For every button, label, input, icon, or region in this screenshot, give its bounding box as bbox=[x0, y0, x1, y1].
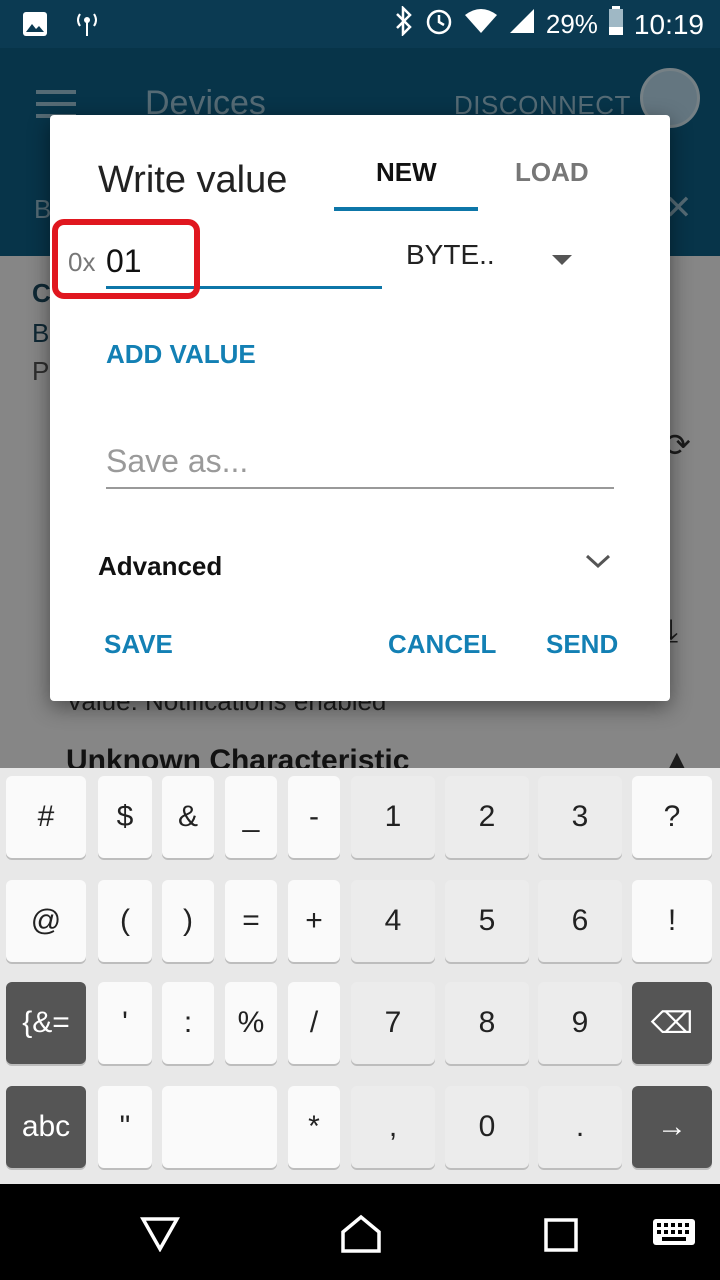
cancel-button[interactable]: CANCEL bbox=[388, 629, 496, 660]
key-symbols-toggle[interactable]: {&= bbox=[6, 982, 86, 1064]
key-percent[interactable]: % bbox=[225, 982, 277, 1064]
key-asterisk[interactable]: * bbox=[288, 1086, 340, 1168]
home-icon[interactable] bbox=[340, 1214, 382, 1254]
key-plus[interactable]: + bbox=[288, 880, 340, 962]
key-7[interactable]: 7 bbox=[351, 982, 435, 1064]
key-abc[interactable]: abc bbox=[6, 1086, 86, 1168]
key-period[interactable]: . bbox=[538, 1086, 622, 1168]
wifi-icon bbox=[464, 7, 498, 42]
send-button[interactable]: SEND bbox=[546, 629, 618, 660]
image-icon bbox=[23, 12, 47, 36]
alarm-icon bbox=[424, 6, 454, 43]
key-minus[interactable]: - bbox=[288, 776, 340, 858]
key-2[interactable]: 2 bbox=[445, 776, 529, 858]
key-5[interactable]: 5 bbox=[445, 880, 529, 962]
write-value-dialog: Write value NEW LOAD 0x BYTE.. ADD VALUE… bbox=[50, 115, 670, 701]
key-paren-close[interactable]: ) bbox=[162, 880, 214, 962]
key-equals[interactable]: = bbox=[225, 880, 277, 962]
keyboard-icon[interactable] bbox=[652, 1218, 696, 1246]
battery-percent: 29% bbox=[545, 9, 598, 39]
key-exclamation[interactable]: ! bbox=[632, 880, 712, 962]
dialog-title: Write value bbox=[98, 159, 288, 201]
key-paren-open[interactable]: ( bbox=[98, 880, 152, 962]
back-icon[interactable] bbox=[140, 1216, 180, 1252]
dropdown-arrow-icon bbox=[552, 255, 572, 265]
key-space[interactable] bbox=[162, 1086, 277, 1168]
recents-icon[interactable] bbox=[544, 1218, 578, 1252]
key-4[interactable]: 4 bbox=[351, 880, 435, 962]
key-6[interactable]: 6 bbox=[538, 880, 622, 962]
highlight-annotation bbox=[52, 219, 200, 299]
active-tab-indicator bbox=[334, 207, 478, 211]
key-ampersand[interactable]: & bbox=[162, 776, 214, 858]
status-bar: 29% 10:19 bbox=[0, 0, 720, 48]
key-quote[interactable]: " bbox=[98, 1086, 152, 1168]
key-dollar[interactable]: $ bbox=[98, 776, 152, 858]
key-slash[interactable]: / bbox=[288, 982, 340, 1064]
clock: 10:19 bbox=[633, 8, 704, 40]
tab-load[interactable]: LOAD bbox=[515, 157, 589, 188]
save-button[interactable]: SAVE bbox=[104, 629, 173, 660]
bluetooth-icon bbox=[394, 4, 414, 43]
key-1[interactable]: 1 bbox=[351, 776, 435, 858]
key-apostrophe[interactable]: ' bbox=[98, 982, 152, 1064]
symbol-keyboard: # $ & _ - 1 2 3 ? @ ( ) = + 4 5 6 ! {&= … bbox=[0, 768, 720, 1184]
key-question[interactable]: ? bbox=[632, 776, 712, 858]
cell-signal-icon bbox=[508, 7, 536, 42]
key-hash[interactable]: # bbox=[6, 776, 86, 858]
save-as-input[interactable] bbox=[106, 435, 614, 489]
tab-new[interactable]: NEW bbox=[376, 157, 437, 188]
chevron-down-icon[interactable] bbox=[584, 551, 612, 571]
key-comma[interactable]: , bbox=[351, 1086, 435, 1168]
value-type-label: BYTE.. bbox=[406, 239, 495, 270]
key-3[interactable]: 3 bbox=[538, 776, 622, 858]
signal-tower-icon bbox=[77, 13, 97, 36]
key-8[interactable]: 8 bbox=[445, 982, 529, 1064]
advanced-label[interactable]: Advanced bbox=[98, 551, 222, 582]
battery-icon bbox=[608, 6, 624, 43]
enter-arrow-icon[interactable]: → bbox=[632, 1086, 712, 1168]
key-9[interactable]: 9 bbox=[538, 982, 622, 1064]
key-colon[interactable]: : bbox=[162, 982, 214, 1064]
value-type-dropdown[interactable]: BYTE.. bbox=[406, 239, 586, 289]
key-at[interactable]: @ bbox=[6, 880, 86, 962]
navigation-bar bbox=[0, 1184, 720, 1280]
add-value-button[interactable]: ADD VALUE bbox=[106, 339, 256, 370]
backspace-icon[interactable]: ⌫ bbox=[632, 982, 712, 1064]
key-underscore[interactable]: _ bbox=[225, 776, 277, 858]
key-0[interactable]: 0 bbox=[445, 1086, 529, 1168]
